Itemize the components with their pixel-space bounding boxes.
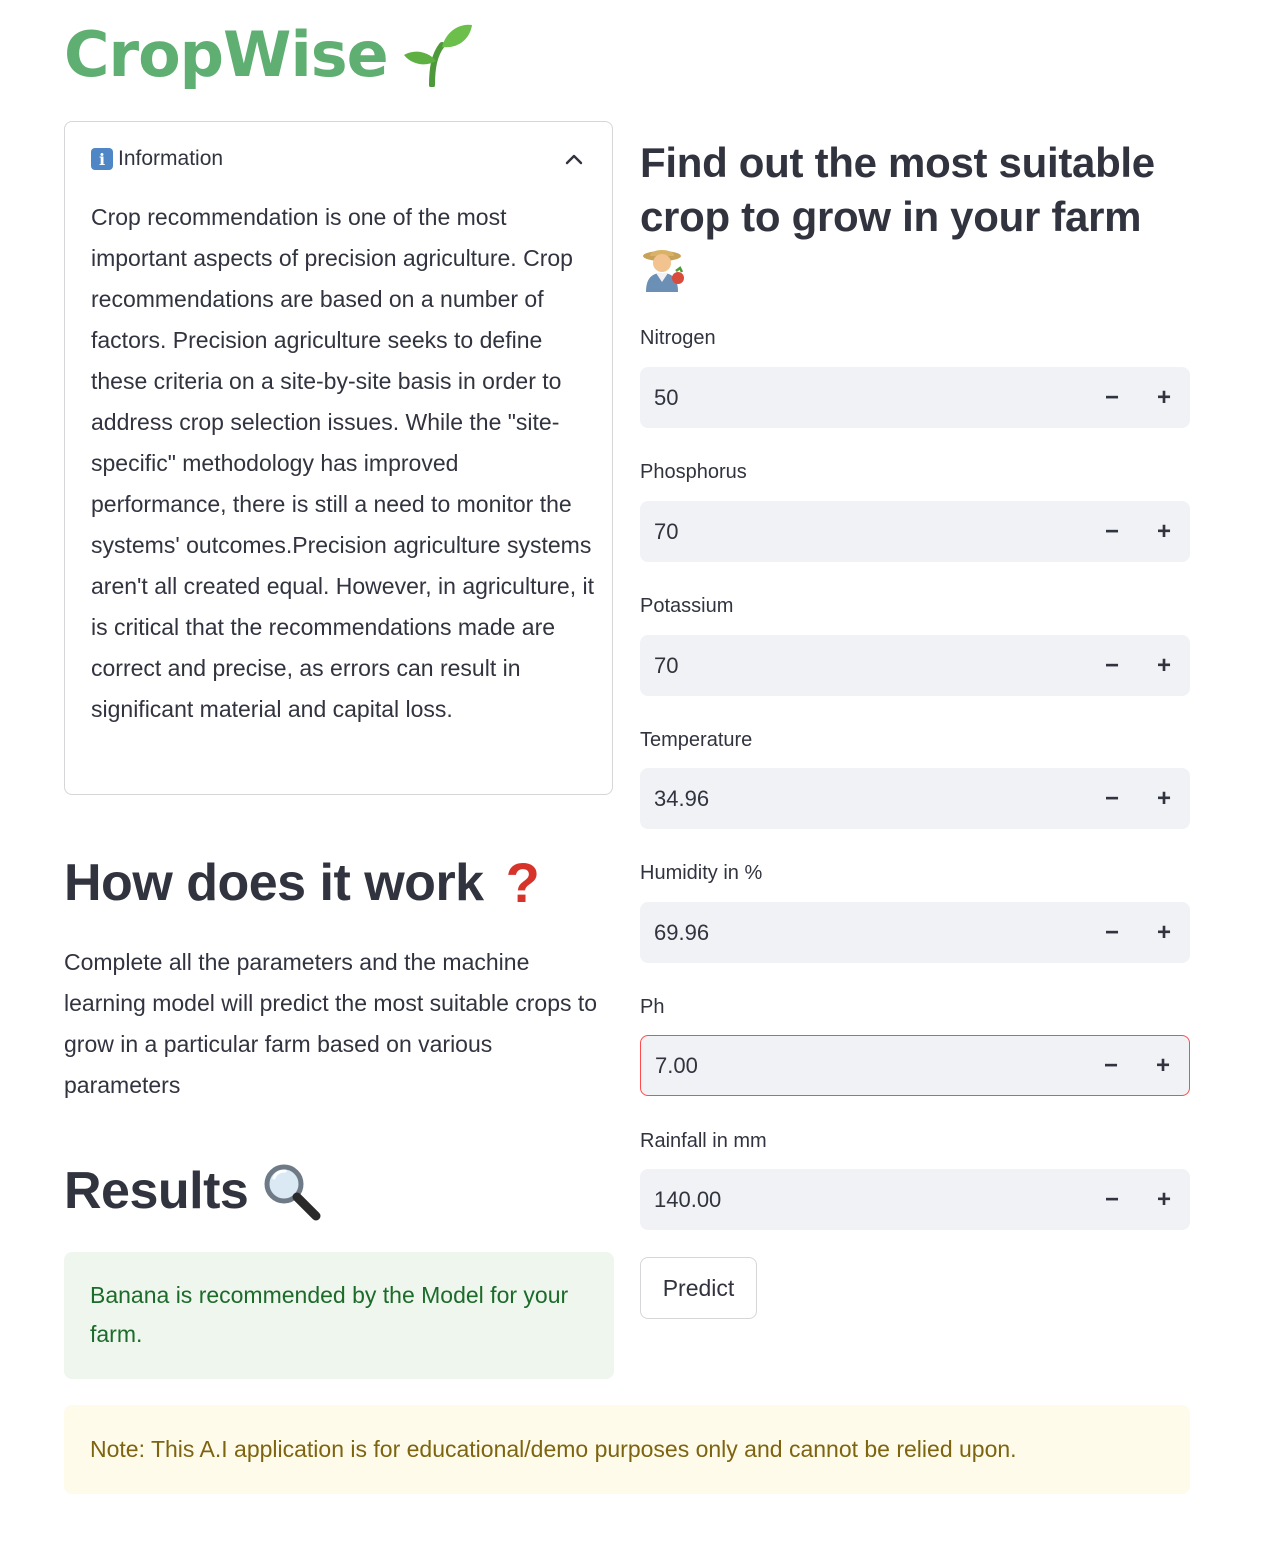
how-heading-text: How does it work: [64, 853, 484, 912]
information-expander: i Information Crop recommendation is one…: [64, 121, 613, 795]
magnifying-glass-icon: [260, 1160, 322, 1222]
nitrogen-value[interactable]: [640, 366, 1086, 429]
info-icon: i: [91, 148, 113, 170]
results-heading: Results: [64, 1160, 322, 1222]
information-text: Crop recommendation is one of the most i…: [91, 204, 594, 722]
chevron-up-icon[interactable]: [562, 147, 586, 171]
form-heading: Find out the most suitable crop to grow …: [640, 139, 1155, 240]
ph-decrement-button[interactable]: −: [1085, 1036, 1137, 1095]
humidity-decrement-button[interactable]: −: [1086, 902, 1138, 963]
ph-input: − +: [640, 1035, 1190, 1096]
temperature-increment-button[interactable]: +: [1138, 768, 1190, 829]
nitrogen-decrement-button[interactable]: −: [1086, 367, 1138, 428]
predict-button[interactable]: Predict: [640, 1257, 757, 1319]
phosphorus-label: Phosphorus: [640, 461, 747, 483]
expander-header[interactable]: i Information: [91, 144, 586, 174]
ph-label: Ph: [640, 996, 665, 1018]
rainfall-label: Rainfall in mm: [640, 1130, 767, 1152]
potassium-increment-button[interactable]: +: [1138, 635, 1190, 696]
phosphorus-value[interactable]: [640, 500, 1086, 563]
expander-label: Information: [118, 147, 224, 170]
temperature-value[interactable]: [640, 767, 1086, 830]
nitrogen-increment-button[interactable]: +: [1138, 367, 1190, 428]
rainfall-value[interactable]: [640, 1168, 1086, 1231]
how-heading: How does it work ?: [64, 850, 540, 915]
disclaimer-text: Note: This A.I application is for educat…: [90, 1436, 1017, 1462]
humidity-input: − +: [640, 901, 1190, 964]
rainfall-decrement-button[interactable]: −: [1086, 1169, 1138, 1230]
temperature-label: Temperature: [640, 729, 753, 751]
question-mark-icon: ?: [505, 851, 540, 914]
rainfall-input: − +: [640, 1168, 1190, 1231]
result-success-alert: Banana is recommended by the Model for y…: [64, 1252, 614, 1379]
seedling-icon: [402, 21, 474, 87]
farmer-icon: [640, 246, 688, 297]
result-message: Banana is recommended by the Model for y…: [90, 1282, 569, 1347]
potassium-input: − +: [640, 634, 1190, 697]
potassium-label: Potassium: [640, 595, 734, 617]
phosphorus-increment-button[interactable]: +: [1138, 501, 1190, 562]
temperature-input: − +: [640, 767, 1190, 830]
rainfall-increment-button[interactable]: +: [1138, 1169, 1190, 1230]
ph-increment-button[interactable]: +: [1137, 1036, 1189, 1095]
phosphorus-decrement-button[interactable]: −: [1086, 501, 1138, 562]
humidity-label: Humidity in %: [640, 862, 763, 884]
temperature-decrement-button[interactable]: −: [1086, 768, 1138, 829]
how-description: Complete all the parameters and the mach…: [64, 949, 598, 1098]
nitrogen-label: Nitrogen: [640, 327, 716, 349]
app-title: CropWise: [64, 14, 474, 94]
humidity-increment-button[interactable]: +: [1138, 902, 1190, 963]
app-title-text: CropWise: [64, 17, 389, 91]
humidity-value[interactable]: [640, 901, 1086, 964]
phosphorus-input: − +: [640, 500, 1190, 563]
potassium-value[interactable]: [640, 634, 1086, 697]
results-heading-text: Results: [64, 1162, 249, 1220]
ph-value[interactable]: [641, 1035, 1085, 1096]
nitrogen-input: − +: [640, 366, 1190, 429]
disclaimer-note: Note: This A.I application is for educat…: [64, 1405, 1190, 1494]
potassium-decrement-button[interactable]: −: [1086, 635, 1138, 696]
